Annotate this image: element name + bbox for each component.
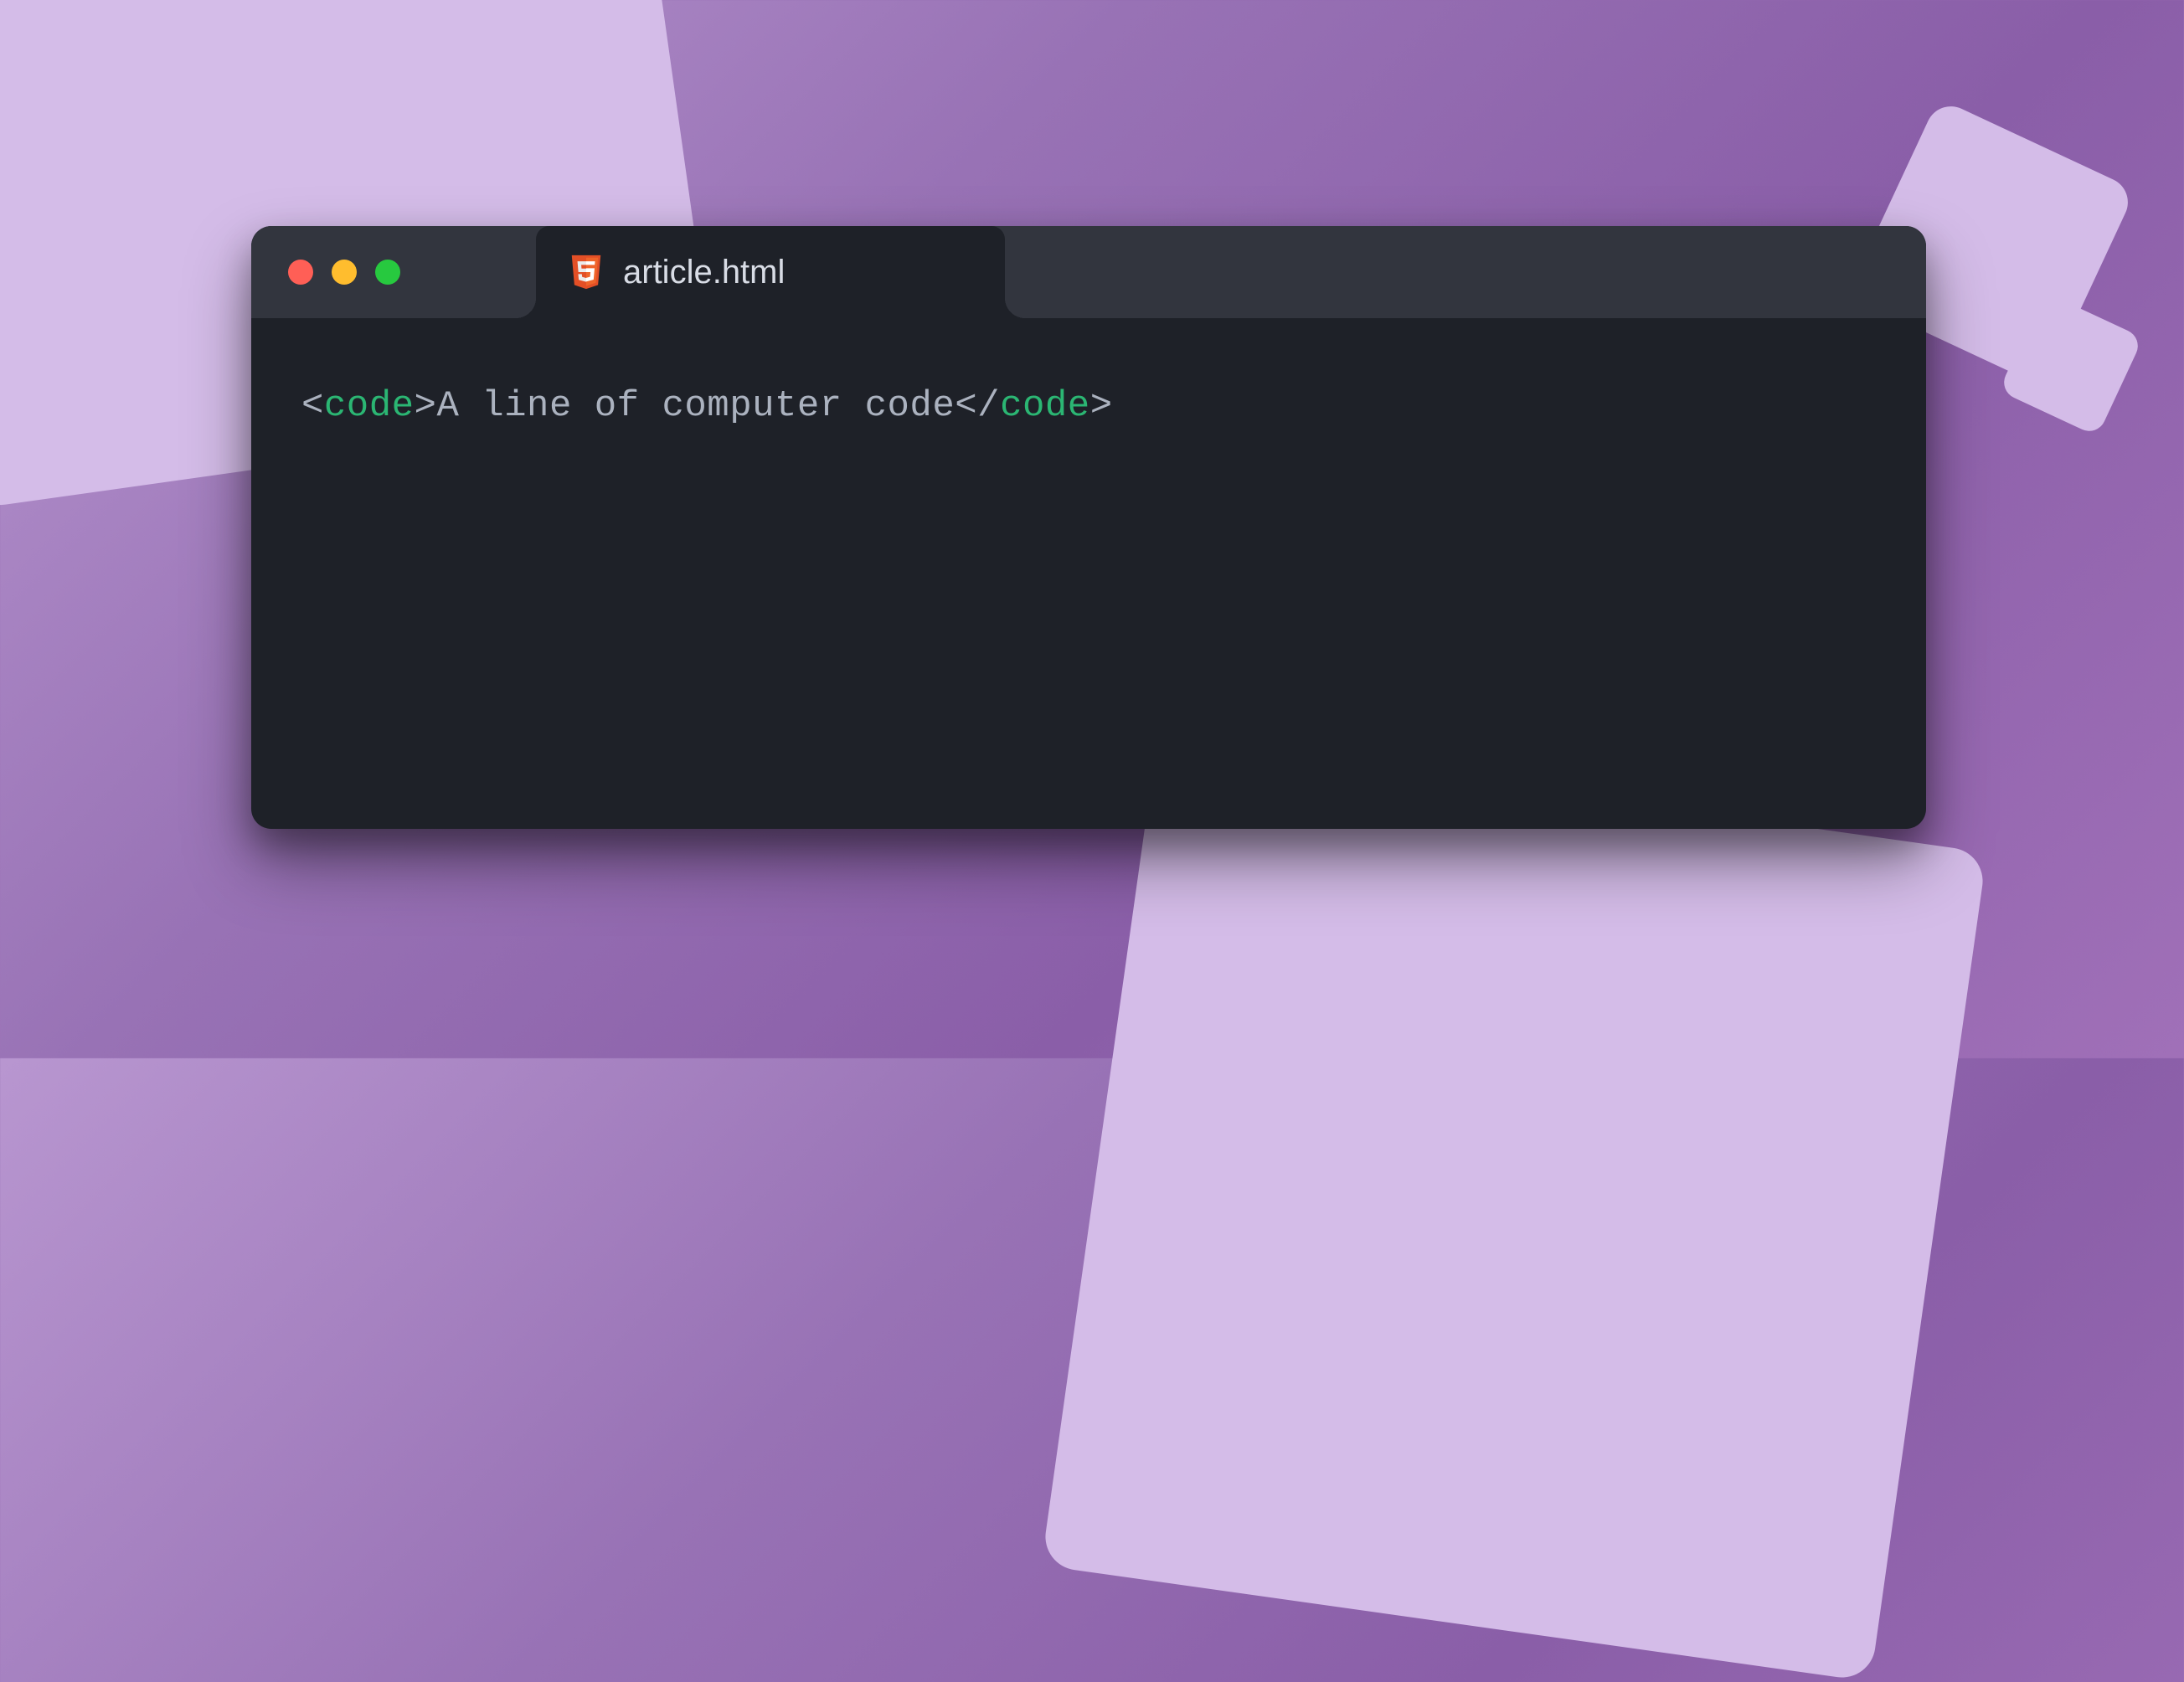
tab-filename: article.html bbox=[623, 254, 785, 291]
angle-bracket-close: > bbox=[1090, 385, 1113, 427]
file-tab[interactable]: article.html bbox=[536, 226, 1005, 318]
code-line: <code>A line of computer code</code> bbox=[301, 385, 1876, 427]
window-title-bar: article.html bbox=[251, 226, 1926, 318]
close-button[interactable] bbox=[288, 260, 313, 285]
maximize-button[interactable] bbox=[375, 260, 400, 285]
editor-content-area[interactable]: <code>A line of computer code</code> bbox=[251, 318, 1926, 494]
angle-bracket-close: > bbox=[415, 385, 437, 427]
angle-bracket-open: < bbox=[955, 385, 977, 427]
angle-bracket-open: < bbox=[301, 385, 324, 427]
code-text-content: A line of computer code bbox=[436, 385, 955, 427]
background-decoration bbox=[1041, 736, 1986, 1681]
html-tag-name: code bbox=[324, 385, 415, 427]
html5-icon bbox=[569, 253, 603, 291]
html-tag-name: code bbox=[1000, 385, 1090, 427]
code-editor-window: article.html <code>A line of computer co… bbox=[251, 226, 1926, 829]
close-slash: / bbox=[977, 385, 1000, 427]
minimize-button[interactable] bbox=[332, 260, 357, 285]
window-controls bbox=[288, 260, 400, 285]
